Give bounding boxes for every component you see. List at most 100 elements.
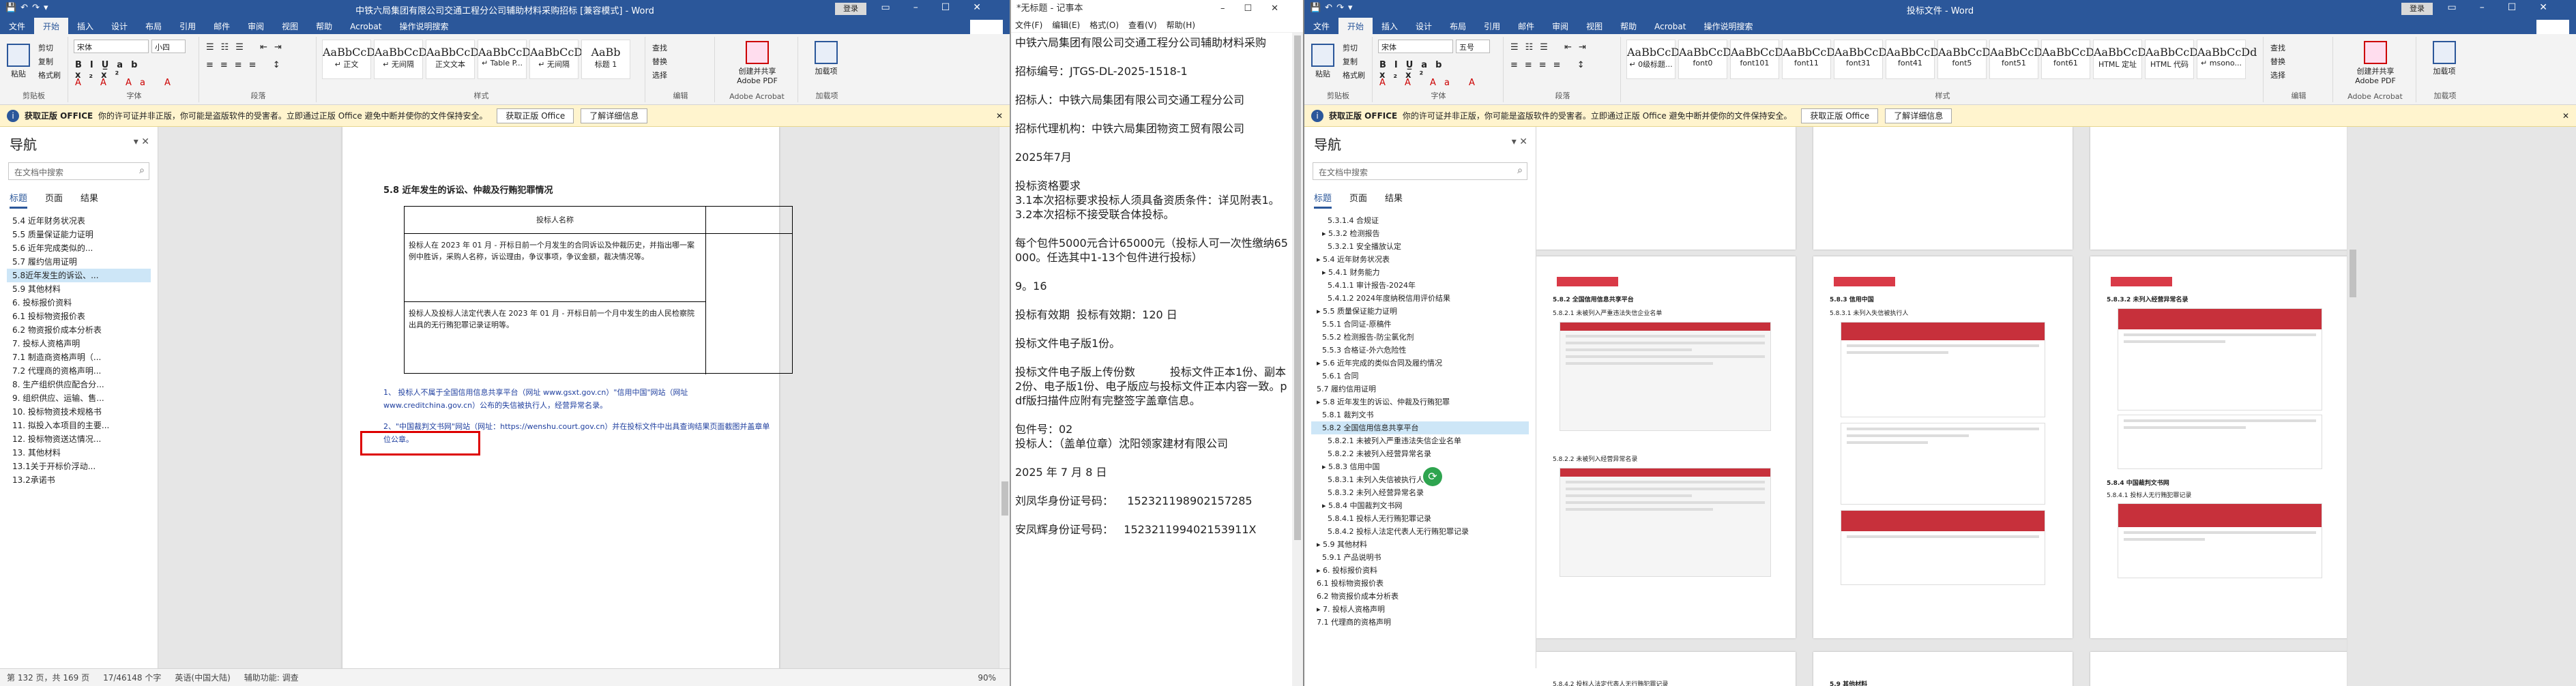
nav-heading-item[interactable]: ▸ 5.4 近年财务状况表 [1311, 253, 1529, 266]
tell-me-search[interactable]: 操作说明搜索 [1695, 18, 1761, 35]
nav-heading-item[interactable]: ▸ 5.9 其他材料 [1311, 538, 1529, 551]
nav-heading-item[interactable]: 9. 组织供应、运输、售... [7, 391, 151, 405]
style-gallery-item[interactable]: AaBbCcDd font101 [1730, 40, 1790, 79]
tab-references[interactable]: 引用 [171, 18, 205, 35]
nav-heading-item[interactable]: 5.4 近年财务状况表 [7, 214, 151, 228]
nav-heading-item[interactable]: ▸ 5.8.3 信用中国 [1311, 460, 1529, 473]
nav-heading-item[interactable]: 5.3.2.1 安全播放认定 [1311, 240, 1529, 253]
replace-button[interactable]: 替换 [2270, 56, 2285, 67]
nav-heading-item[interactable]: 5.5 质量保证能力证明 [7, 228, 151, 241]
select-button[interactable]: 选择 [2270, 70, 2285, 80]
style-gallery-item[interactable]: AaBbCcDd font5 [1937, 40, 1997, 79]
paste-button[interactable]: 粘贴 [1307, 44, 1338, 79]
tab-help[interactable]: 帮助 [307, 18, 341, 35]
tab-file[interactable]: 文件 [1304, 18, 1338, 35]
tab-references[interactable]: 引用 [1475, 18, 1509, 35]
nav-heading-item[interactable]: 12. 投标物资送达情况... [7, 432, 151, 446]
nav-heading-item[interactable]: 5.9 其他材料 [7, 282, 151, 296]
nav-heading-item[interactable]: 6.2 物资报价成本分析表 [1311, 590, 1529, 603]
close-warning-icon[interactable]: ✕ [2562, 105, 2569, 127]
tab-file[interactable]: 文件 [0, 18, 34, 35]
nav-heading-item[interactable]: 7. 投标人资格声明 [7, 337, 151, 351]
notepad-scrollbar[interactable] [1292, 33, 1303, 686]
find-button[interactable]: 查找 [652, 42, 667, 53]
nav-heading-item[interactable]: ▸ 5.8.4 中国裁判文书网 [1311, 499, 1529, 512]
nav-close-icon[interactable]: ▾ ✕ [1512, 136, 1527, 147]
nav-heading-item[interactable]: 6. 投标报价资料 [7, 296, 151, 310]
tell-me-search[interactable]: 操作说明搜索 [390, 18, 457, 35]
nav-heading-item[interactable]: 5.4.1.1 审计报告-2024年 [1311, 279, 1529, 292]
nav-tab-headings[interactable]: 标题 [10, 194, 28, 209]
nav-heading-item[interactable]: ▸ 5.6 近年完成的类似合同及履约情况 [1311, 357, 1529, 370]
font-size-select[interactable]: 小四 [151, 40, 186, 53]
font-color-buttons[interactable]: A A Aa A [75, 78, 179, 88]
copy-button[interactable]: 复制 [38, 56, 53, 67]
nav-heading-item[interactable]: 5.8.3.1 未列入失信被执行人 [1311, 473, 1529, 486]
window-controls[interactable]: ▭–☐✕ [2447, 2, 2571, 13]
get-genuine-button[interactable]: 获取正版 Office [497, 108, 574, 123]
nav-heading-item[interactable]: 7.1 代理商的资格声明 [1311, 616, 1529, 629]
scroll-thumb[interactable] [1001, 481, 1008, 516]
style-gallery-item[interactable]: AaBbCcDd font41 [1886, 40, 1946, 79]
menu-view[interactable]: 查看(V) [1128, 20, 1157, 30]
nav-heading-item[interactable]: 13. 其他材料 [7, 446, 151, 460]
nav-tab-pages[interactable]: 页面 [1349, 194, 1367, 204]
style-gallery-item[interactable]: AaBbCcDd HTML 代码 [2145, 40, 2205, 79]
learn-more-button[interactable]: 了解详细信息 [581, 108, 648, 123]
nav-heading-item[interactable]: 5.8.3.2 未列入经营异常名录 [1311, 486, 1529, 499]
nav-heading-item[interactable]: ▸ 5.8 近年发生的诉讼、仲裁及行贿犯罪 [1311, 396, 1529, 408]
align-buttons[interactable]: ≡≡≡≡ ↕ [1510, 60, 1592, 70]
menu-file[interactable]: 文件(F) [1015, 20, 1042, 30]
nav-heading-item[interactable]: 6.1 投标物资报价表 [7, 310, 151, 323]
font-name-select[interactable]: 宋体 [1378, 40, 1453, 53]
nav-heading-item[interactable]: 7.2 代理商的资格声明... [7, 364, 151, 378]
get-genuine-button[interactable]: 获取正版 Office [1801, 108, 1879, 123]
nav-heading-item[interactable]: 13.2承诺书 [7, 473, 151, 487]
style-gallery-item[interactable]: AaBbCcDd ↵ msono... [2197, 40, 2257, 79]
font-color-buttons[interactable]: A A Aa A [1379, 78, 1483, 88]
floating-assistant-icon[interactable]: ⟳ [1423, 467, 1442, 486]
close-warning-icon[interactable]: ✕ [996, 105, 1003, 127]
nav-heading-item[interactable]: 6.1 投标物资报价表 [1311, 577, 1529, 590]
nav-heading-item[interactable]: 13.1关于开标价浮动... [7, 460, 151, 473]
learn-more-button[interactable]: 了解详细信息 [1885, 108, 1952, 123]
nav-tab-results[interactable]: 结果 [80, 194, 98, 204]
align-buttons[interactable]: ≡≡≡≡ ↕ [206, 60, 287, 70]
style-gallery-item[interactable]: AaBbCcDc 正文文本 [426, 40, 485, 79]
style-gallery-item[interactable]: AaBbCcDd HTML 定址 [2093, 40, 2153, 79]
select-button[interactable]: 选择 [652, 70, 667, 80]
style-gallery-item[interactable]: AaBbCcDd ↵ 0级标题... [1626, 40, 1686, 79]
tab-view[interactable]: 视图 [1577, 18, 1611, 35]
tab-review[interactable]: 审阅 [1543, 18, 1577, 35]
create-pdf-button[interactable]: 创建并共享 Adobe PDF [2355, 41, 2396, 86]
login-button[interactable]: 登录 [2401, 3, 2433, 15]
tab-acrobat[interactable]: Acrobat [341, 19, 390, 34]
font-name-select[interactable]: 宋体 [74, 40, 149, 53]
nav-heading-item[interactable]: 8. 生产组织供应配合分... [7, 378, 151, 391]
list-buttons[interactable]: ☰☷☰ ⇤⇥ [1510, 42, 1593, 53]
style-gallery-item[interactable]: AaBbCcDd font51 [1989, 40, 2049, 79]
nav-heading-item[interactable]: 5.8近年发生的诉讼、... [7, 269, 151, 282]
format-painter-button[interactable]: 格式刷 [1343, 70, 1365, 80]
nav-tab-headings[interactable]: 标题 [1314, 194, 1332, 209]
nav-heading-item[interactable]: ▸ 7. 投标人资格声明 [1311, 603, 1529, 616]
tab-design[interactable]: 设计 [102, 18, 136, 35]
menu-help[interactable]: 帮助(H) [1167, 20, 1195, 30]
scroll-thumb[interactable] [1294, 35, 1301, 540]
nav-heading-item[interactable]: 5.9.1 产品说明书 [1311, 551, 1529, 564]
nav-heading-item[interactable]: 5.8.2.2 未被列入经营异常名录 [1311, 447, 1529, 460]
notepad-text-area[interactable]: 中铁六局集团有限公司交通工程分公司辅助材料采购 招标编号：JTGS-DL-2025… [1012, 35, 1291, 686]
style-gallery-item[interactable]: AaBbCcDd font31 [1834, 40, 1894, 79]
replace-button[interactable]: 替换 [652, 56, 667, 67]
style-gallery-item[interactable]: AaBbCcDd font11 [1782, 40, 1842, 79]
style-gallery-item[interactable]: AaBbCcDd font61 [2041, 40, 2101, 79]
nav-heading-item[interactable]: 5.4.1.2 2024年度纳税信用评价结果 [1311, 292, 1529, 305]
nav-heading-item[interactable]: 5.8.2 全国信用信息共享平台 [1311, 421, 1529, 434]
style-gallery-item[interactable]: AaBbCcDc ↵ 无间隔 [529, 40, 589, 79]
format-painter-button[interactable]: 格式刷 [38, 70, 61, 80]
nav-heading-item[interactable]: 10. 投标物资技术规格书 [7, 405, 151, 419]
nav-heading-item[interactable]: 7.1 制造商资格声明（... [7, 351, 151, 364]
nav-heading-item[interactable]: ▸ 5.5 质量保证能力证明 [1311, 305, 1529, 318]
window-controls[interactable]: ▭–☐✕ [881, 2, 1004, 13]
cut-button[interactable]: 剪切 [38, 42, 53, 53]
